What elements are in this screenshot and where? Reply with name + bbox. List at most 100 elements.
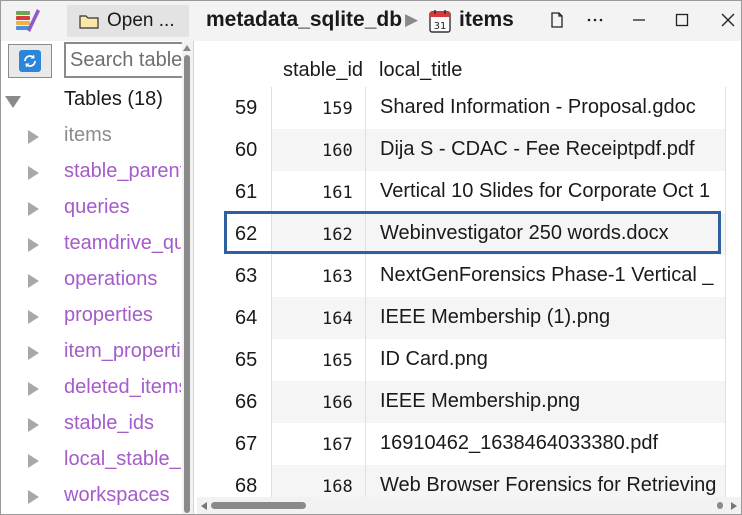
row-number: 64 xyxy=(197,297,271,339)
breadcrumb-database[interactable]: metadata_sqlite_db xyxy=(206,8,402,32)
table-row[interactable]: 67 167 16910462_1638464033380.pdf xyxy=(197,423,741,465)
expand-arrow-icon[interactable] xyxy=(28,382,39,396)
tree-root-tables[interactable]: Tables (18) xyxy=(1,83,181,119)
cell-extra[interactable] xyxy=(725,381,741,423)
expand-arrow-icon[interactable] xyxy=(28,418,39,432)
cell-stable-id[interactable]: 165 xyxy=(271,339,365,381)
expand-arrow-icon[interactable] xyxy=(28,346,39,360)
table-row[interactable]: 63 163 NextGenForensics Phase-1 Vertical… xyxy=(197,255,741,297)
tree-item-label: stable_parents xyxy=(64,160,181,182)
cell-local-title[interactable]: Dija S - CDAC - Fee Receiptpdf.pdf xyxy=(365,129,725,171)
expand-arrow-icon[interactable] xyxy=(28,454,39,468)
tree-item-operations[interactable]: operations xyxy=(1,263,181,299)
scroll-up-arrow-icon[interactable] xyxy=(183,45,191,51)
row-number: 66 xyxy=(197,381,271,423)
cell-stable-id[interactable]: 163 xyxy=(271,255,365,297)
cell-local-title[interactable]: ID Card.png xyxy=(365,339,725,381)
expand-arrow-icon[interactable] xyxy=(28,274,39,288)
tree-item-label: item_properties xyxy=(64,340,181,362)
cell-extra[interactable] xyxy=(725,171,741,213)
cell-stable-id[interactable]: 166 xyxy=(271,381,365,423)
cell-local-title[interactable]: NextGenForensics Phase-1 Vertical _ xyxy=(365,255,725,297)
folder-icon xyxy=(79,15,99,29)
cell-stable-id[interactable]: 164 xyxy=(271,297,365,339)
cell-extra[interactable] xyxy=(725,339,741,381)
cell-extra[interactable] xyxy=(725,213,741,255)
column-header-local-title[interactable]: local_title xyxy=(379,59,462,82)
sidebar: Tables (18) items stable_parents queries… xyxy=(1,41,194,514)
cell-stable-id[interactable]: 162 xyxy=(271,213,365,255)
expand-arrow-icon[interactable] xyxy=(28,130,39,144)
cell-local-title[interactable]: Shared Information - Proposal.gdoc xyxy=(365,87,725,129)
scroll-right-arrow-icon[interactable] xyxy=(731,502,737,510)
cell-extra[interactable] xyxy=(725,255,741,297)
cell-stable-id[interactable]: 161 xyxy=(271,171,365,213)
tree-item-workspaces[interactable]: workspaces xyxy=(1,479,181,514)
tree-item-label: items xyxy=(64,124,112,146)
more-icon[interactable] xyxy=(582,7,608,33)
row-number: 60 xyxy=(197,129,271,171)
cell-local-title[interactable]: 16910462_1638464033380.pdf xyxy=(365,423,725,465)
tree-item-stable-parents[interactable]: stable_parents xyxy=(1,155,181,191)
title-bar: Open ... metadata_sqlite_db ▶ 31 items xyxy=(1,1,741,41)
cell-extra[interactable] xyxy=(725,129,741,171)
cell-local-title[interactable]: IEEE Membership (1).png xyxy=(365,297,725,339)
tree-item-label: queries xyxy=(64,196,130,218)
expand-arrow-icon[interactable] xyxy=(28,310,39,324)
tree-item-properties[interactable]: properties xyxy=(1,299,181,335)
row-number: 65 xyxy=(197,339,271,381)
row-number: 67 xyxy=(197,423,271,465)
cell-stable-id[interactable]: 159 xyxy=(271,87,365,129)
tree-item-teamdrive-quota[interactable]: teamdrive_quota xyxy=(1,227,181,263)
table-row-selected[interactable]: 62 162 Webinvestigator 250 words.docx xyxy=(197,213,741,255)
column-header-stable-id[interactable]: stable_id xyxy=(283,59,363,82)
cell-stable-id[interactable]: 160 xyxy=(271,129,365,171)
close-icon[interactable] xyxy=(715,7,741,33)
expand-arrow-icon[interactable] xyxy=(28,166,39,180)
sidebar-scroll-thumb[interactable] xyxy=(184,55,190,513)
tree-item-label: teamdrive_quota xyxy=(64,232,181,254)
tree-item-label: stable_ids xyxy=(64,412,155,434)
new-document-icon[interactable] xyxy=(544,7,570,33)
expand-arrow-icon[interactable] xyxy=(28,490,39,504)
table-row[interactable]: 61 161 Vertical 10 Slides for Corporate … xyxy=(197,171,741,213)
tree-item-queries[interactable]: queries xyxy=(1,191,181,227)
cell-extra[interactable] xyxy=(725,87,741,129)
breadcrumb-table[interactable]: items xyxy=(459,8,514,32)
row-number: 59 xyxy=(197,87,271,129)
tree-item-local-stable-ids[interactable]: local_stable_ids xyxy=(1,443,181,479)
refresh-button[interactable] xyxy=(8,44,52,78)
tree-root-label: Tables (18) xyxy=(64,88,163,110)
tree-item-label: deleted_items xyxy=(64,376,181,398)
scroll-left-arrow-icon[interactable] xyxy=(201,502,207,510)
tree-item-deleted-items[interactable]: deleted_items xyxy=(1,371,181,407)
horizontal-scroll-thumb[interactable] xyxy=(211,502,306,509)
expand-arrow-icon[interactable] xyxy=(28,238,39,252)
cell-extra[interactable] xyxy=(725,423,741,465)
sidebar-scrollbar[interactable] xyxy=(182,41,193,514)
table-row[interactable]: 65 165 ID Card.png xyxy=(197,339,741,381)
minimize-icon[interactable] xyxy=(626,7,652,33)
cell-stable-id[interactable]: 167 xyxy=(271,423,365,465)
cell-local-title[interactable]: Vertical 10 Slides for Corporate Oct 1 xyxy=(365,171,725,213)
horizontal-scrollbar[interactable] xyxy=(197,497,741,514)
cell-local-title[interactable]: Webinvestigator 250 words.docx xyxy=(365,213,725,255)
search-tables-box xyxy=(64,42,188,78)
app-logo-icon xyxy=(16,9,40,32)
expand-arrow-icon[interactable] xyxy=(28,202,39,216)
tree-item-items[interactable]: items xyxy=(1,119,181,155)
search-tables-input[interactable] xyxy=(66,44,186,76)
table-row[interactable]: 64 164 IEEE Membership (1).png xyxy=(197,297,741,339)
maximize-icon[interactable] xyxy=(669,7,695,33)
table-row[interactable]: 59 159 Shared Information - Proposal.gdo… xyxy=(197,87,741,129)
cell-local-title[interactable]: IEEE Membership.png xyxy=(365,381,725,423)
row-number: 63 xyxy=(197,255,271,297)
cell-extra[interactable] xyxy=(725,297,741,339)
open-database-tab[interactable]: Open ... xyxy=(67,5,189,37)
table-row[interactable]: 66 166 IEEE Membership.png xyxy=(197,381,741,423)
tree-item-stable-ids[interactable]: stable_ids xyxy=(1,407,181,443)
tree-item-item-properties[interactable]: item_properties xyxy=(1,335,181,371)
tree-item-label: local_stable_ids xyxy=(64,448,181,470)
collapse-arrow-icon[interactable] xyxy=(5,96,21,108)
table-row[interactable]: 60 160 Dija S - CDAC - Fee Receiptpdf.pd… xyxy=(197,129,741,171)
